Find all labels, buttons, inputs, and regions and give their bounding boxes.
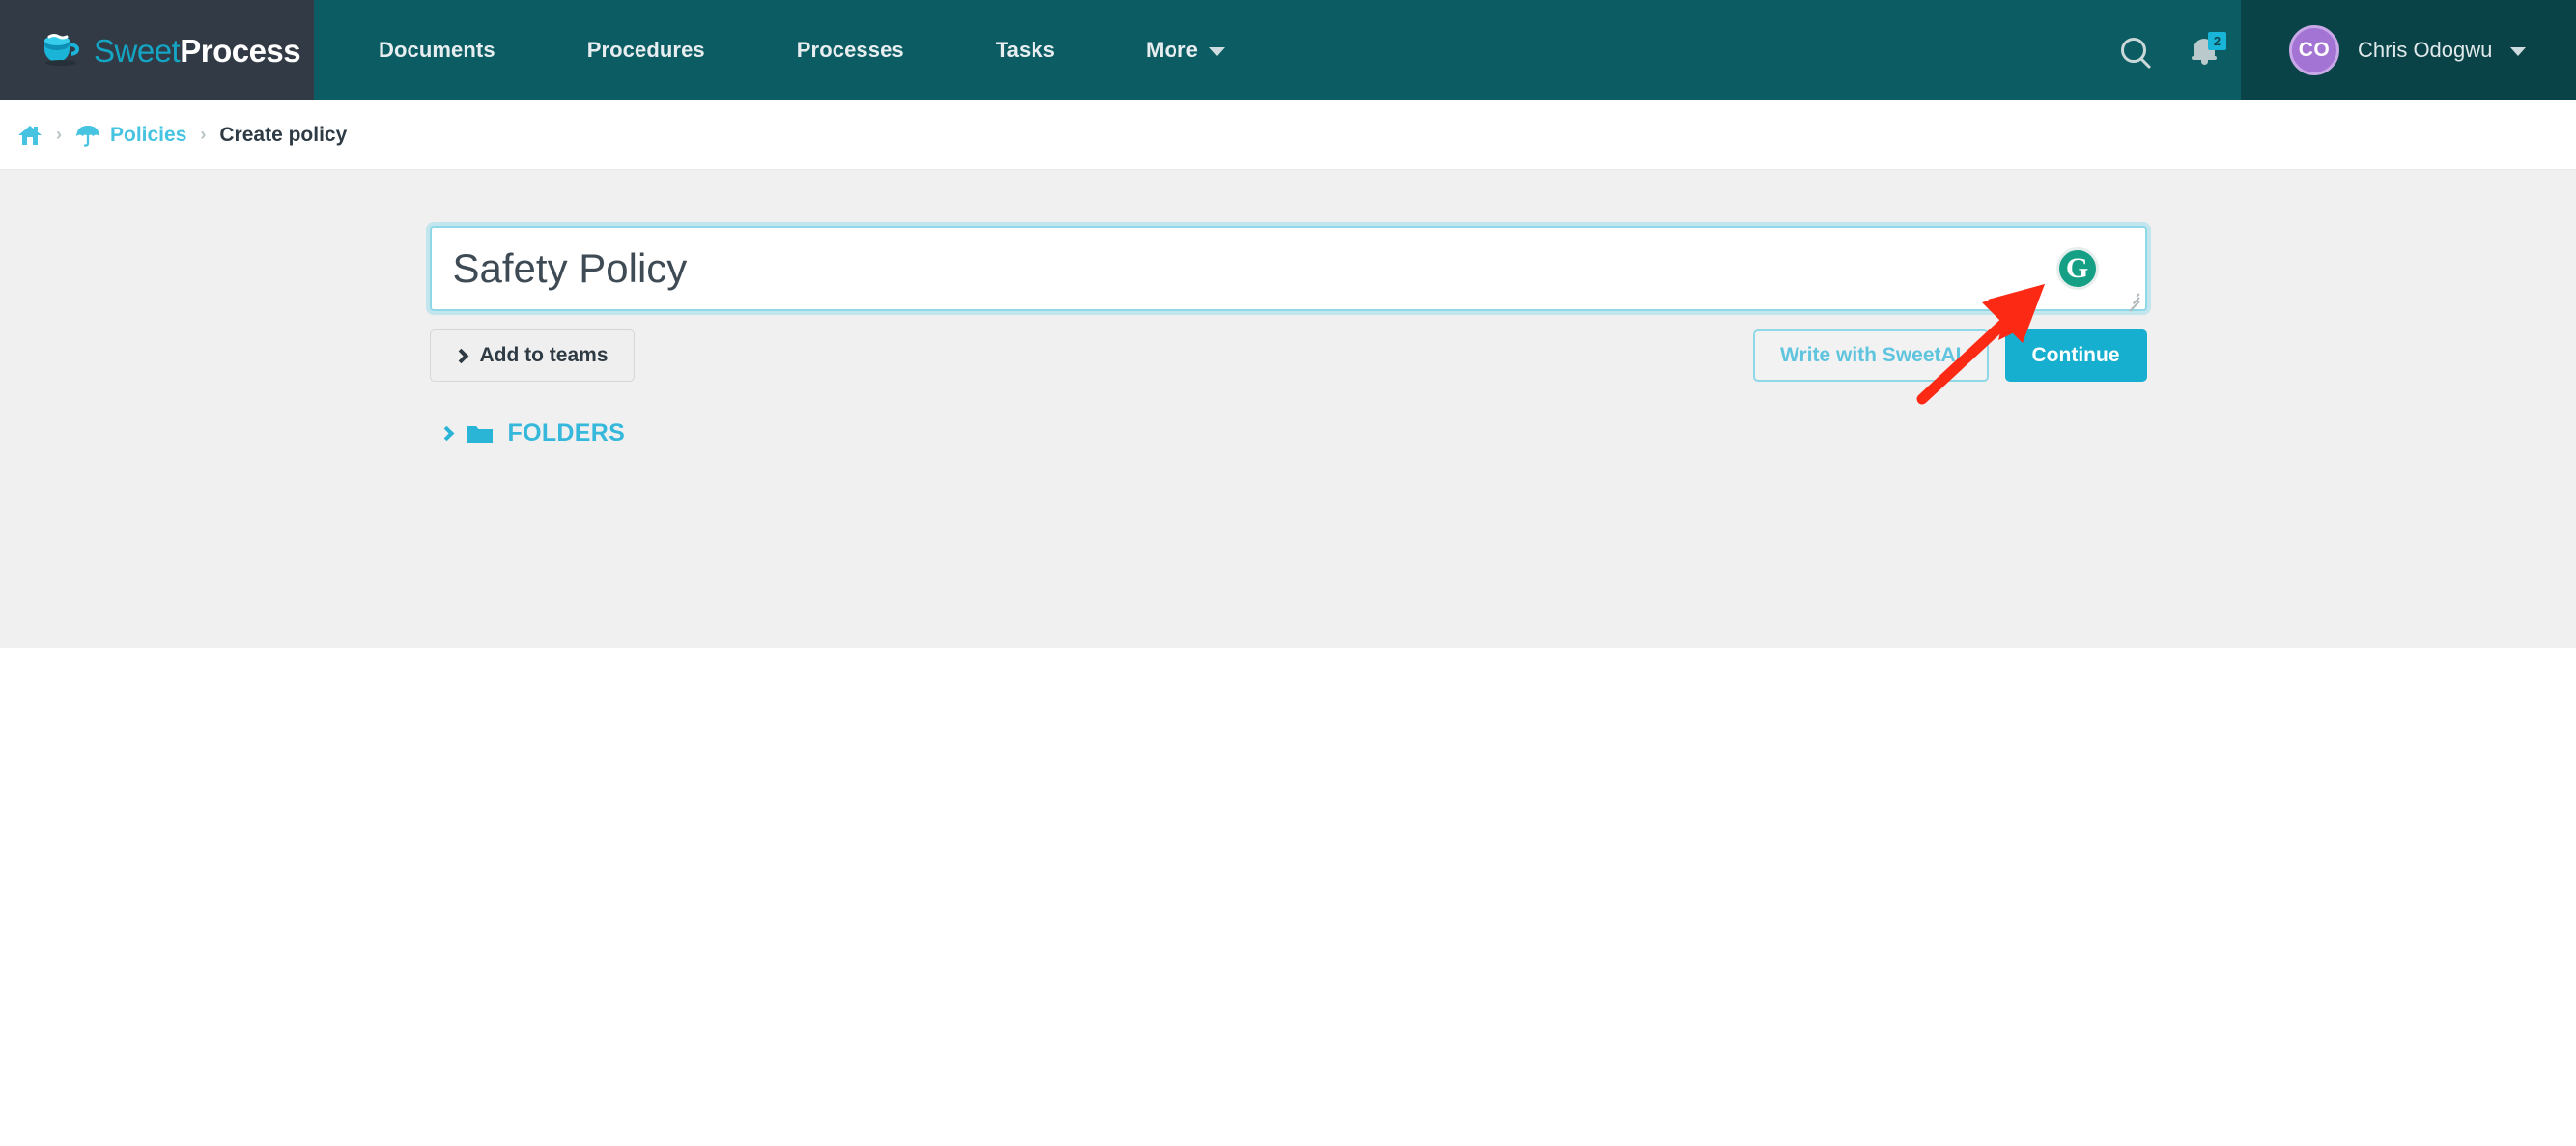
user-name: Chris Odogwu: [2358, 38, 2493, 62]
avatar: CO: [2289, 25, 2339, 75]
home-icon: [17, 124, 42, 147]
folders-toggle[interactable]: FOLDERS: [439, 419, 626, 447]
bell-icon: 2: [2192, 32, 2226, 65]
brand-name-sweet: Sweet: [94, 32, 181, 69]
nav-right-actions: 2 CO Chris Odogwu: [2098, 0, 2576, 100]
write-with-sweetai-button[interactable]: Write with SweetAI: [1753, 329, 1989, 382]
add-to-teams-label: Add to teams: [479, 344, 609, 366]
search-button[interactable]: [2098, 0, 2169, 100]
top-navigation-bar: SweetProcess Documents Procedures Proces…: [0, 0, 2576, 100]
chevron-down-icon: [2510, 47, 2527, 56]
primary-nav-items: Documents Procedures Processes Tasks Mor…: [314, 0, 2098, 100]
breadcrumb-separator: ›: [200, 125, 207, 144]
nav-item-more[interactable]: More: [1137, 38, 1234, 63]
brand-wordmark: SweetProcess: [94, 32, 301, 69]
continue-button[interactable]: Continue: [2004, 329, 2147, 382]
nav-item-processes[interactable]: Processes: [787, 38, 914, 63]
breadcrumb: › Policies › Create policy: [0, 100, 2576, 170]
add-to-teams-button[interactable]: Add to teams: [429, 329, 635, 382]
notifications-button[interactable]: 2: [2169, 0, 2241, 100]
chevron-right-icon: [453, 348, 468, 363]
create-policy-form: G Add to teams Write with SweetAI Contin…: [429, 170, 2147, 447]
breadcrumb-separator: ›: [56, 125, 62, 144]
umbrella-icon: [75, 124, 100, 147]
policy-title-input[interactable]: [429, 226, 2147, 311]
breadcrumb-label: Policies: [110, 123, 187, 146]
breadcrumb-label: Create policy: [219, 123, 348, 146]
nav-item-documents[interactable]: Documents: [369, 38, 505, 63]
nav-item-label: Documents: [379, 38, 495, 62]
brand-name-process: Process: [180, 32, 301, 69]
nav-item-procedures[interactable]: Procedures: [578, 38, 715, 63]
chevron-down-icon: [1208, 47, 1225, 56]
breadcrumb-item-policies[interactable]: Policies: [75, 124, 186, 147]
coffee-cup-icon: [41, 33, 83, 68]
notification-badge: 2: [2208, 32, 2226, 50]
nav-item-label: Procedures: [586, 38, 705, 62]
search-icon: [2121, 38, 2146, 63]
nav-item-label: Processes: [796, 38, 904, 62]
primary-actions: Write with SweetAI Continue: [1753, 329, 2147, 382]
nav-item-label: Tasks: [995, 38, 1056, 62]
nav-item-label: More: [1146, 38, 1198, 62]
title-field-wrapper: G: [429, 226, 2147, 312]
form-actions-row: Add to teams Write with SweetAI Continue: [429, 329, 2147, 382]
breadcrumb-item-create-policy: Create policy: [219, 124, 347, 147]
resize-grip-icon[interactable]: [2126, 291, 2140, 312]
folder-icon: [467, 423, 494, 444]
nav-item-tasks[interactable]: Tasks: [986, 38, 1064, 63]
user-menu[interactable]: CO Chris Odogwu: [2241, 0, 2576, 100]
chevron-right-icon: [439, 425, 454, 442]
breadcrumb-home[interactable]: [17, 124, 42, 147]
content-area: G Add to teams Write with SweetAI Contin…: [0, 170, 2576, 648]
grammarly-icon[interactable]: G: [2055, 247, 2099, 290]
brand-logo[interactable]: SweetProcess: [0, 0, 314, 100]
folders-label: FOLDERS: [507, 419, 626, 446]
